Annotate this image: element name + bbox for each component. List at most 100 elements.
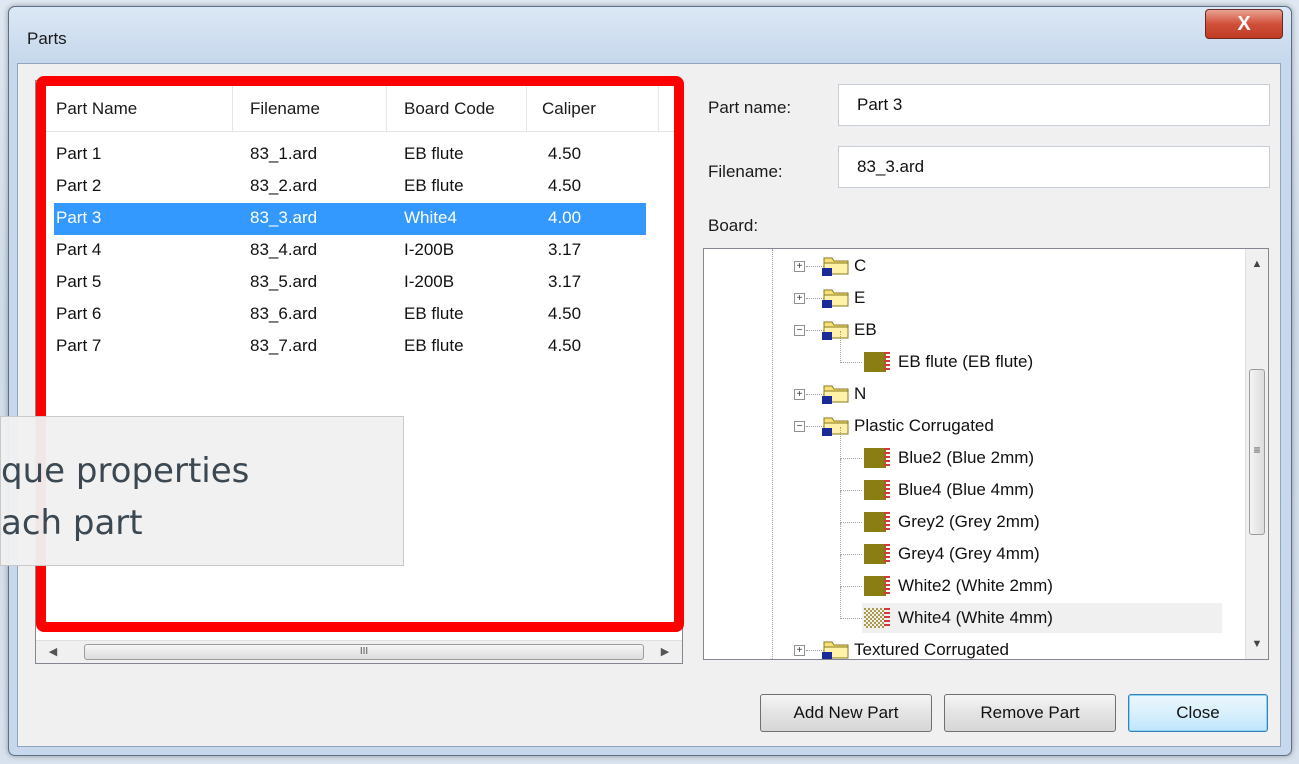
cell-filename: 83_5.ard	[250, 272, 318, 291]
horizontal-scrollbar[interactable]: ◀ III ▶	[36, 640, 682, 663]
window-close-button[interactable]: X	[1205, 9, 1283, 39]
column-header-caliper[interactable]: Caliper	[542, 99, 596, 119]
tree-connector-line	[840, 523, 841, 555]
tree-node-label: EB flute (EB flute)	[898, 352, 1034, 371]
parts-list-header: Part Name Filename Board Code Caliper	[36, 81, 682, 132]
column-separator[interactable]	[658, 81, 659, 131]
cell-board-code: I-200B	[404, 240, 455, 259]
tree-node-label: Grey4 (Grey 4mm)	[898, 544, 1040, 563]
part-name-input[interactable]: Part 3	[838, 84, 1270, 126]
cell-part-name: Part 6	[56, 304, 102, 323]
cell-board-code: EB flute	[404, 336, 464, 355]
board-material-icon	[862, 574, 892, 598]
table-row[interactable]: Part 6 83_6.ard EB flute 4.50	[54, 299, 646, 331]
tree-connector-line	[840, 555, 841, 587]
tree-folder-node[interactable]: Plastic Corrugated	[822, 411, 1182, 441]
board-material-icon	[862, 350, 892, 374]
tree-board-node[interactable]: Blue2 (Blue 2mm)	[862, 443, 1222, 473]
callout-text-line-1: que properties	[1, 451, 250, 491]
tree-node-label: Blue2 (Blue 2mm)	[898, 448, 1035, 467]
title-bar: Parts X	[9, 7, 1291, 61]
tree-board-node[interactable]: White4 (White 4mm)	[862, 603, 1222, 633]
cell-caliper: 3.17	[548, 272, 582, 291]
column-header-filename[interactable]: Filename	[250, 99, 320, 119]
collapse-icon[interactable]: −	[794, 421, 805, 432]
folder-icon	[822, 286, 850, 308]
callout-text-line-2: ach part	[1, 503, 143, 543]
add-new-part-button[interactable]: Add New Part	[760, 694, 932, 732]
tree-node-label: Blue4 (Blue 4mm)	[898, 480, 1035, 499]
folder-icon	[822, 638, 850, 659]
cell-board-code: EB flute	[404, 304, 464, 323]
collapse-icon[interactable]: −	[794, 325, 805, 336]
cell-part-name: Part 3	[56, 208, 102, 227]
tree-folder-node[interactable]: C	[822, 251, 1182, 281]
folder-icon	[822, 318, 850, 340]
filename-input[interactable]: 83_3.ard	[838, 146, 1270, 188]
scroll-left-arrow-icon[interactable]: ◀	[42, 641, 64, 663]
expand-icon[interactable]: +	[794, 645, 805, 656]
tree-node-label: Textured Corrugated	[854, 640, 1009, 659]
expand-icon[interactable]: +	[794, 293, 805, 304]
board-material-icon	[862, 542, 892, 566]
cell-part-name: Part 5	[56, 272, 102, 291]
board-material-icon	[862, 510, 892, 534]
part-name-label: Part name:	[708, 98, 792, 117]
tree-board-node[interactable]: White2 (White 2mm)	[862, 571, 1222, 601]
cell-filename: 83_4.ard	[250, 240, 318, 259]
table-row[interactable]: Part 2 83_2.ard EB flute 4.50	[54, 171, 646, 203]
close-button[interactable]: Close	[1128, 694, 1268, 732]
cell-board-code: I-200B	[404, 272, 455, 291]
tree-folder-node[interactable]: E	[822, 283, 1182, 313]
tree-board-node[interactable]: Grey4 (Grey 4mm)	[862, 539, 1222, 569]
filename-label: Filename:	[708, 162, 783, 181]
tree-board-node[interactable]: Blue4 (Blue 4mm)	[862, 475, 1222, 505]
table-row[interactable]: Part 4 83_4.ard I-200B 3.17	[54, 235, 646, 267]
board-tree[interactable]: + C + E − EB EB flute (EB flute) + N − Plastic Cor…	[703, 248, 1269, 660]
tree-connector-line	[840, 586, 862, 587]
vertical-scrollbar[interactable]: ▲ ≡ ▼	[1245, 249, 1268, 659]
tree-folder-node[interactable]: Textured Corrugated	[822, 635, 1182, 659]
tree-connector-line	[840, 331, 841, 363]
folder-icon	[822, 382, 850, 404]
tree-node-label: Grey2 (Grey 2mm)	[898, 512, 1040, 531]
table-row[interactable]: Part 5 83_5.ard I-200B 3.17	[54, 267, 646, 299]
tree-connector-line	[840, 522, 862, 523]
vertical-scroll-thumb[interactable]: ≡	[1249, 369, 1265, 535]
cell-board-code: EB flute	[404, 176, 464, 195]
column-separator[interactable]	[386, 81, 387, 131]
tree-connector-line	[840, 587, 841, 619]
column-separator[interactable]	[526, 81, 527, 131]
column-header-board-code[interactable]: Board Code	[404, 99, 495, 119]
folder-icon	[822, 254, 850, 276]
table-row[interactable]: Part 3 83_3.ard White4 4.00	[54, 203, 646, 235]
column-separator[interactable]	[232, 81, 233, 131]
scroll-right-arrow-icon[interactable]: ▶	[654, 641, 676, 663]
cell-caliper: 4.50	[548, 304, 582, 323]
board-material-icon	[862, 606, 892, 630]
tree-node-label: E	[854, 288, 866, 307]
column-header-part-name[interactable]: Part Name	[56, 99, 137, 119]
tree-board-node[interactable]: Grey2 (Grey 2mm)	[862, 507, 1222, 537]
expand-icon[interactable]: +	[794, 261, 805, 272]
cell-part-name: Part 2	[56, 176, 102, 195]
tree-folder-node[interactable]: N	[822, 379, 1182, 409]
tree-folder-node[interactable]: EB	[822, 315, 1182, 345]
cell-caliper: 4.00	[548, 208, 582, 227]
cell-filename: 83_2.ard	[250, 176, 318, 195]
scroll-down-arrow-icon[interactable]: ▼	[1246, 633, 1268, 655]
scroll-up-arrow-icon[interactable]: ▲	[1246, 253, 1268, 275]
cell-caliper: 3.17	[548, 240, 582, 259]
board-material-icon	[862, 478, 892, 502]
table-row[interactable]: Part 7 83_7.ard EB flute 4.50	[54, 331, 646, 363]
tree-connector-line	[840, 554, 862, 555]
horizontal-scroll-thumb[interactable]: III	[84, 644, 644, 660]
remove-part-button[interactable]: Remove Part	[944, 694, 1116, 732]
tree-board-node[interactable]: EB flute (EB flute)	[862, 347, 1222, 377]
tree-connector-line	[840, 427, 841, 459]
tree-node-label: C	[854, 256, 867, 275]
cell-board-code: White4	[404, 208, 457, 227]
expand-icon[interactable]: +	[794, 389, 805, 400]
table-row[interactable]: Part 1 83_1.ard EB flute 4.50	[54, 139, 646, 171]
parts-list[interactable]: Part Name Filename Board Code Caliper Pa…	[35, 80, 683, 664]
